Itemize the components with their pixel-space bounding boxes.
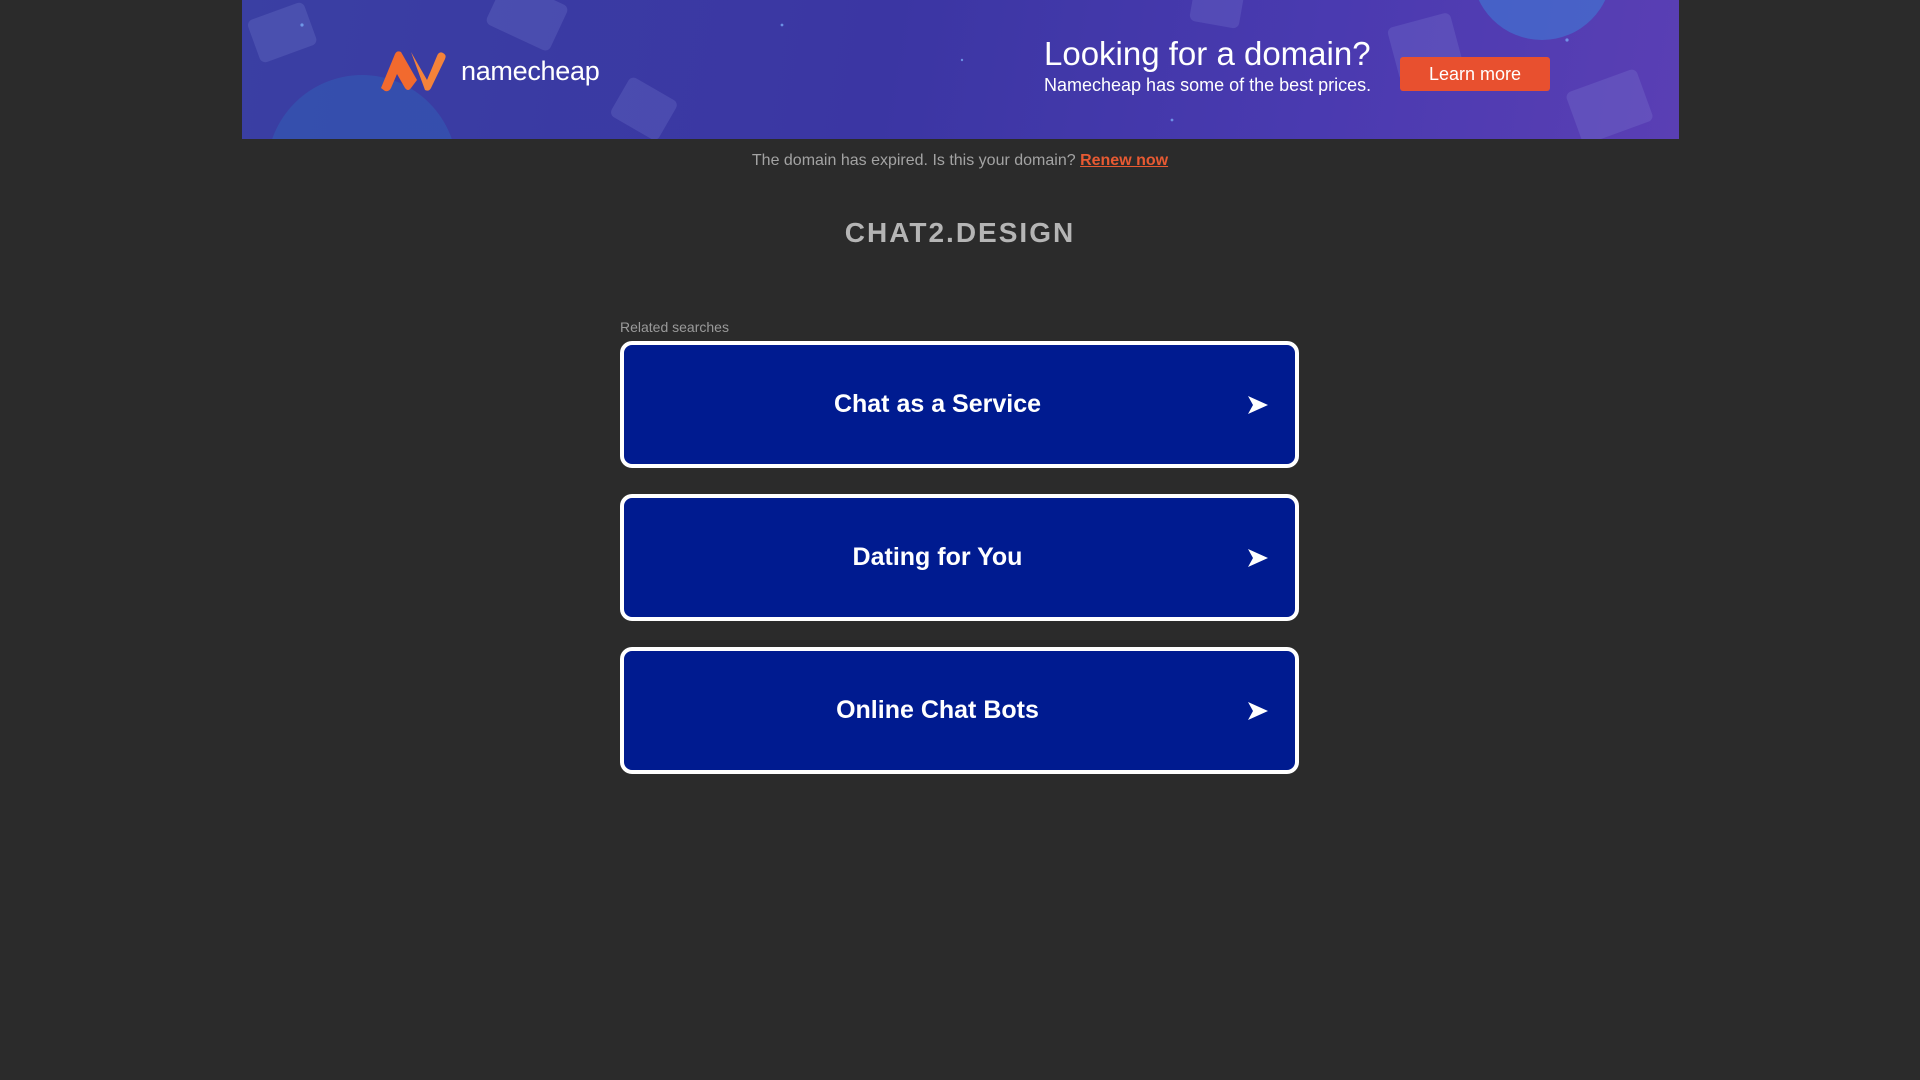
ad-subline: Namecheap has some of the best prices. xyxy=(1044,75,1372,95)
arrow-right-icon xyxy=(1248,395,1268,414)
namecheap-logo-icon xyxy=(381,51,446,92)
ad-copy: Looking for a domain? Namecheap has some… xyxy=(1044,34,1371,96)
related-search-label: Dating for You xyxy=(852,543,1023,571)
related-searches-list: Chat as a Service Dating for You Online … xyxy=(620,341,1299,800)
learn-more-button[interactable]: Learn more xyxy=(1400,57,1550,91)
ad-headline: Looking for a domain? xyxy=(1044,35,1371,72)
logo-wordmark: namecheap xyxy=(461,55,600,86)
related-searches-label: Related searches xyxy=(620,319,729,335)
related-search-label: Online Chat Bots xyxy=(836,696,1039,724)
renew-now-link[interactable]: Renew now xyxy=(1080,152,1168,169)
domain-title: CHAT2.DESIGN xyxy=(844,217,1076,248)
parked-domain-page: namecheap Looking for a domain? Namechea… xyxy=(0,0,1920,1080)
namecheap-banner[interactable]: namecheap Looking for a domain? Namechea… xyxy=(242,0,1679,139)
expired-notice-text: The domain has expired. Is this your dom… xyxy=(751,152,1076,169)
related-search-label: Chat as a Service xyxy=(833,390,1042,418)
expired-notice: The domain has expired. Is this your dom… xyxy=(0,150,1920,172)
arrow-right-icon xyxy=(1248,701,1268,720)
arrow-right-icon xyxy=(1248,548,1268,567)
related-search-item[interactable]: Dating for You xyxy=(620,494,1299,621)
namecheap-logo[interactable]: namecheap xyxy=(377,48,600,92)
related-search-item[interactable]: Online Chat Bots xyxy=(620,647,1299,774)
related-search-item[interactable]: Chat as a Service xyxy=(620,341,1299,468)
